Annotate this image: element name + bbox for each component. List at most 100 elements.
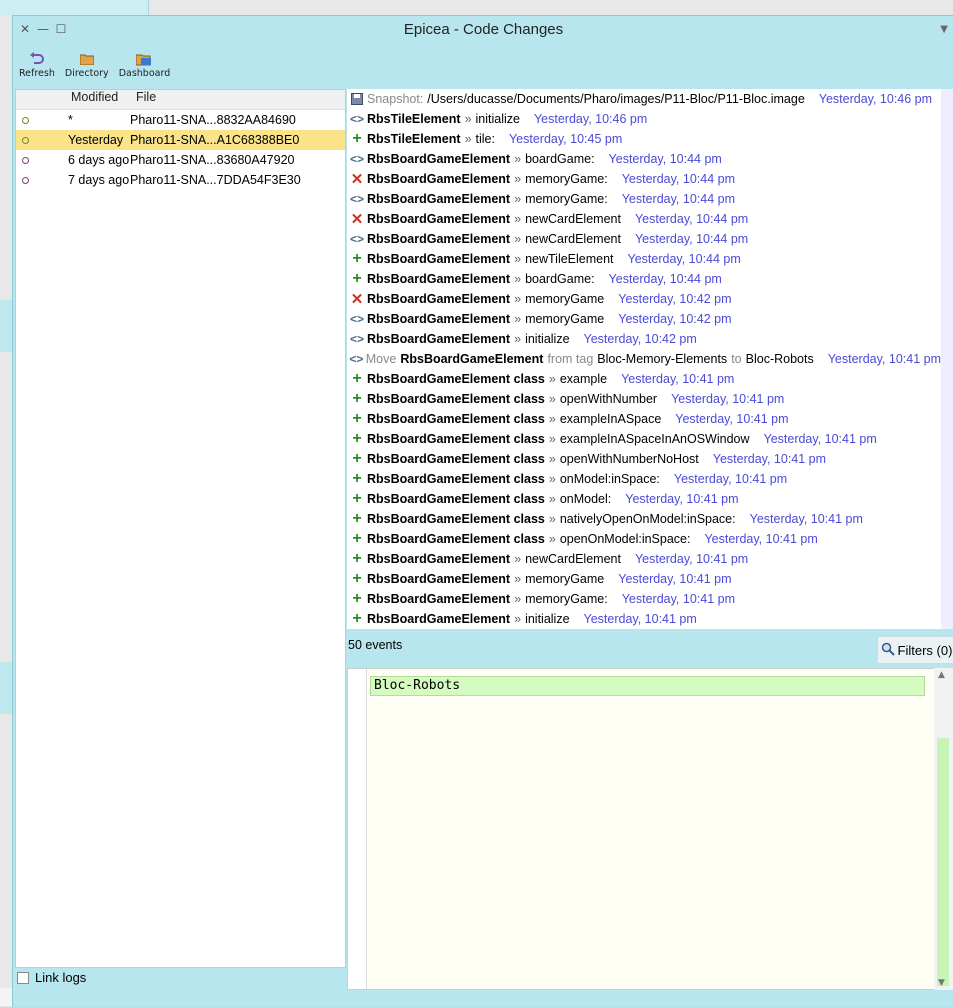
event-row[interactable]: <> RbsBoardGameElement» boardGame: Yesterda… <box>347 149 941 169</box>
filters-button[interactable]: Filters (0) <box>877 636 953 664</box>
separator: » <box>548 392 556 406</box>
event-row[interactable]: + RbsBoardGameElement» newTileElement Yeste… <box>347 249 941 269</box>
directory-button[interactable]: Directory <box>65 50 109 79</box>
scrollbar-thumb[interactable] <box>937 738 949 986</box>
separator: » <box>548 372 556 386</box>
event-row[interactable]: <> RbsBoardGameElement» newCardElement Yest… <box>347 229 941 249</box>
class-name: RbsBoardGameElement class <box>367 492 545 506</box>
log-row[interactable]: 6 days ago Pharo11-SNA...83680A47920 <box>16 150 345 170</box>
move-label: Move <box>365 352 397 366</box>
event-time: Yesterday, 10:41 pm <box>712 452 827 466</box>
log-list-header: Modified File <box>16 90 345 110</box>
events-list[interactable]: Snapshot: /Users/ducasse/Documents/Pharo… <box>347 89 941 629</box>
log-row-selected[interactable]: Yesterday Pharo11-SNA...A1C68388BE0 <box>16 130 345 150</box>
event-time: Yesterday, 10:41 pm <box>673 472 788 486</box>
event-row[interactable]: + RbsBoardGameElement» newCardElement Yeste… <box>347 549 941 569</box>
event-time: Yesterday, 10:44 pm <box>634 232 749 246</box>
event-row[interactable]: ✕ RbsBoardGameElement» memoryGame Yesterday… <box>347 289 941 309</box>
event-row[interactable]: + RbsBoardGameElement class» openOnModel:i… <box>347 529 941 549</box>
scroll-down-icon[interactable]: ▼ <box>938 978 945 988</box>
event-row[interactable]: + RbsBoardGameElement» initialize Yesterday… <box>347 609 941 629</box>
separator: » <box>514 312 522 326</box>
event-row[interactable]: + RbsBoardGameElement» memoryGame: Yesterda… <box>347 589 941 609</box>
event-row[interactable]: <> RbsBoardGameElement» memoryGame Yesterda… <box>347 309 941 329</box>
modify-icon: <> <box>349 152 364 166</box>
class-name: RbsBoardGameElement <box>367 552 511 566</box>
event-row[interactable]: + RbsBoardGameElement class» exampleInASpa… <box>347 429 941 449</box>
event-row[interactable]: <> RbsBoardGameElement» memoryGame: Yesterd… <box>347 189 941 209</box>
event-row[interactable]: + RbsBoardGameElement» boardGame: Yesterday… <box>347 269 941 289</box>
add-icon: + <box>352 510 362 527</box>
event-time: Yesterday, 10:42 pm <box>583 332 697 346</box>
separator: » <box>514 232 522 246</box>
event-row[interactable]: + RbsBoardGameElement class» exampleInASpa… <box>347 409 941 429</box>
code-preview[interactable]: Bloc-Robots <box>347 668 935 990</box>
log-modified: Yesterday <box>68 133 124 147</box>
separator: » <box>514 592 522 606</box>
separator: » <box>514 272 522 286</box>
class-name: RbsBoardGameElement <box>367 232 511 246</box>
event-row[interactable]: + RbsBoardGameElement class» onModel:inSpa… <box>347 469 941 489</box>
selector-name: nativelyOpenOnModel:inSpace: <box>559 512 736 526</box>
selector-name: exampleInASpaceInAnOSWindow <box>559 432 750 446</box>
from-tag-label: from tag <box>547 352 594 366</box>
to-tag: Bloc-Robots <box>745 352 814 366</box>
event-row[interactable]: + RbsBoardGameElement class» openWithNumbe… <box>347 449 941 469</box>
event-time: Yesterday, 10:41 pm <box>704 532 818 546</box>
link-logs-toggle[interactable]: Link logs <box>17 970 86 985</box>
selector-name: initialize <box>525 332 570 346</box>
event-time: Yesterday, 10:44 pm <box>621 172 735 186</box>
event-row[interactable]: + RbsBoardGameElement class» nativelyOpenO… <box>347 509 941 529</box>
separator: » <box>548 412 556 426</box>
class-name: RbsBoardGameElement <box>367 172 511 186</box>
add-icon: + <box>352 610 362 627</box>
log-list[interactable]: Modified File * Pharo11-SNA...8832AA8469… <box>15 89 346 968</box>
dashboard-button[interactable]: Dashboard <box>119 50 170 79</box>
separator: » <box>514 552 522 566</box>
selector-name: tile: <box>475 132 495 146</box>
event-row[interactable]: + RbsBoardGameElement class» openWithNumbe… <box>347 389 941 409</box>
class-name: RbsBoardGameElement class <box>367 452 545 466</box>
class-name: RbsBoardGameElement class <box>367 392 545 406</box>
snapshot-path: /Users/ducasse/Documents/Pharo/images/P1… <box>427 92 805 106</box>
selector-name: initialize <box>475 112 520 126</box>
add-icon: + <box>352 590 362 607</box>
separator: » <box>514 612 522 626</box>
to-label: to <box>731 352 742 366</box>
event-row[interactable]: + RbsBoardGameElement class» example Yester… <box>347 369 941 389</box>
code-scrollbar[interactable]: ▲ ▼ <box>934 668 953 990</box>
log-status-icon <box>22 157 29 164</box>
log-row[interactable]: 7 days ago Pharo11-SNA...7DDA54F3E30 <box>16 170 345 190</box>
window-menu-icon[interactable]: ▼ <box>940 24 948 35</box>
title-bar[interactable]: ✕ — ☐ Epicea - Code Changes ▼ <box>13 16 953 44</box>
event-row[interactable]: ✕ RbsBoardGameElement» memoryGame: Yesterda… <box>347 169 941 189</box>
event-time: Yesterday, 10:41 pm <box>621 372 735 386</box>
event-row-move[interactable]: <> Move RbsBoardGameElement from tag Blo… <box>347 349 941 369</box>
event-time: Yesterday, 10:46 pm <box>818 92 933 106</box>
log-status-icon <box>22 117 29 124</box>
log-status-icon <box>22 177 29 184</box>
link-logs-checkbox[interactable] <box>17 971 29 984</box>
log-modified: 7 days ago <box>68 173 130 187</box>
refresh-button[interactable]: Refresh <box>19 50 55 79</box>
add-icon: + <box>352 130 362 147</box>
scroll-up-icon[interactable]: ▲ <box>938 670 945 680</box>
class-name: RbsBoardGameElement <box>367 152 511 166</box>
modified-column-header[interactable]: Modified <box>68 90 133 109</box>
events-scrollbar[interactable] <box>941 89 953 629</box>
event-row[interactable]: <> RbsBoardGameElement» initialize Yesterda… <box>347 329 941 349</box>
event-row[interactable]: ✕ RbsBoardGameElement» newCardElement Yeste… <box>347 209 941 229</box>
selector-name: initialize <box>525 612 570 626</box>
selector-name: boardGame: <box>525 272 595 286</box>
event-row[interactable]: <> RbsTileElement» initialize Yesterday, 10… <box>347 109 941 129</box>
selector-name: onModel:inSpace: <box>559 472 660 486</box>
event-time: Yesterday, 10:41 pm <box>675 412 789 426</box>
remove-icon: ✕ <box>350 171 364 188</box>
file-column-header[interactable]: File <box>133 90 345 109</box>
event-row-snapshot[interactable]: Snapshot: /Users/ducasse/Documents/Pharo… <box>347 89 941 109</box>
event-row[interactable]: + RbsBoardGameElement class» onModel: Yeste… <box>347 489 941 509</box>
log-row[interactable]: * Pharo11-SNA...8832AA84690 <box>16 110 345 130</box>
event-row[interactable]: + RbsBoardGameElement» memoryGame Yesterday… <box>347 569 941 589</box>
event-row[interactable]: + RbsTileElement» tile: Yesterday, 10:45 pm <box>347 129 941 149</box>
class-name: RbsBoardGameElement class <box>367 532 545 546</box>
